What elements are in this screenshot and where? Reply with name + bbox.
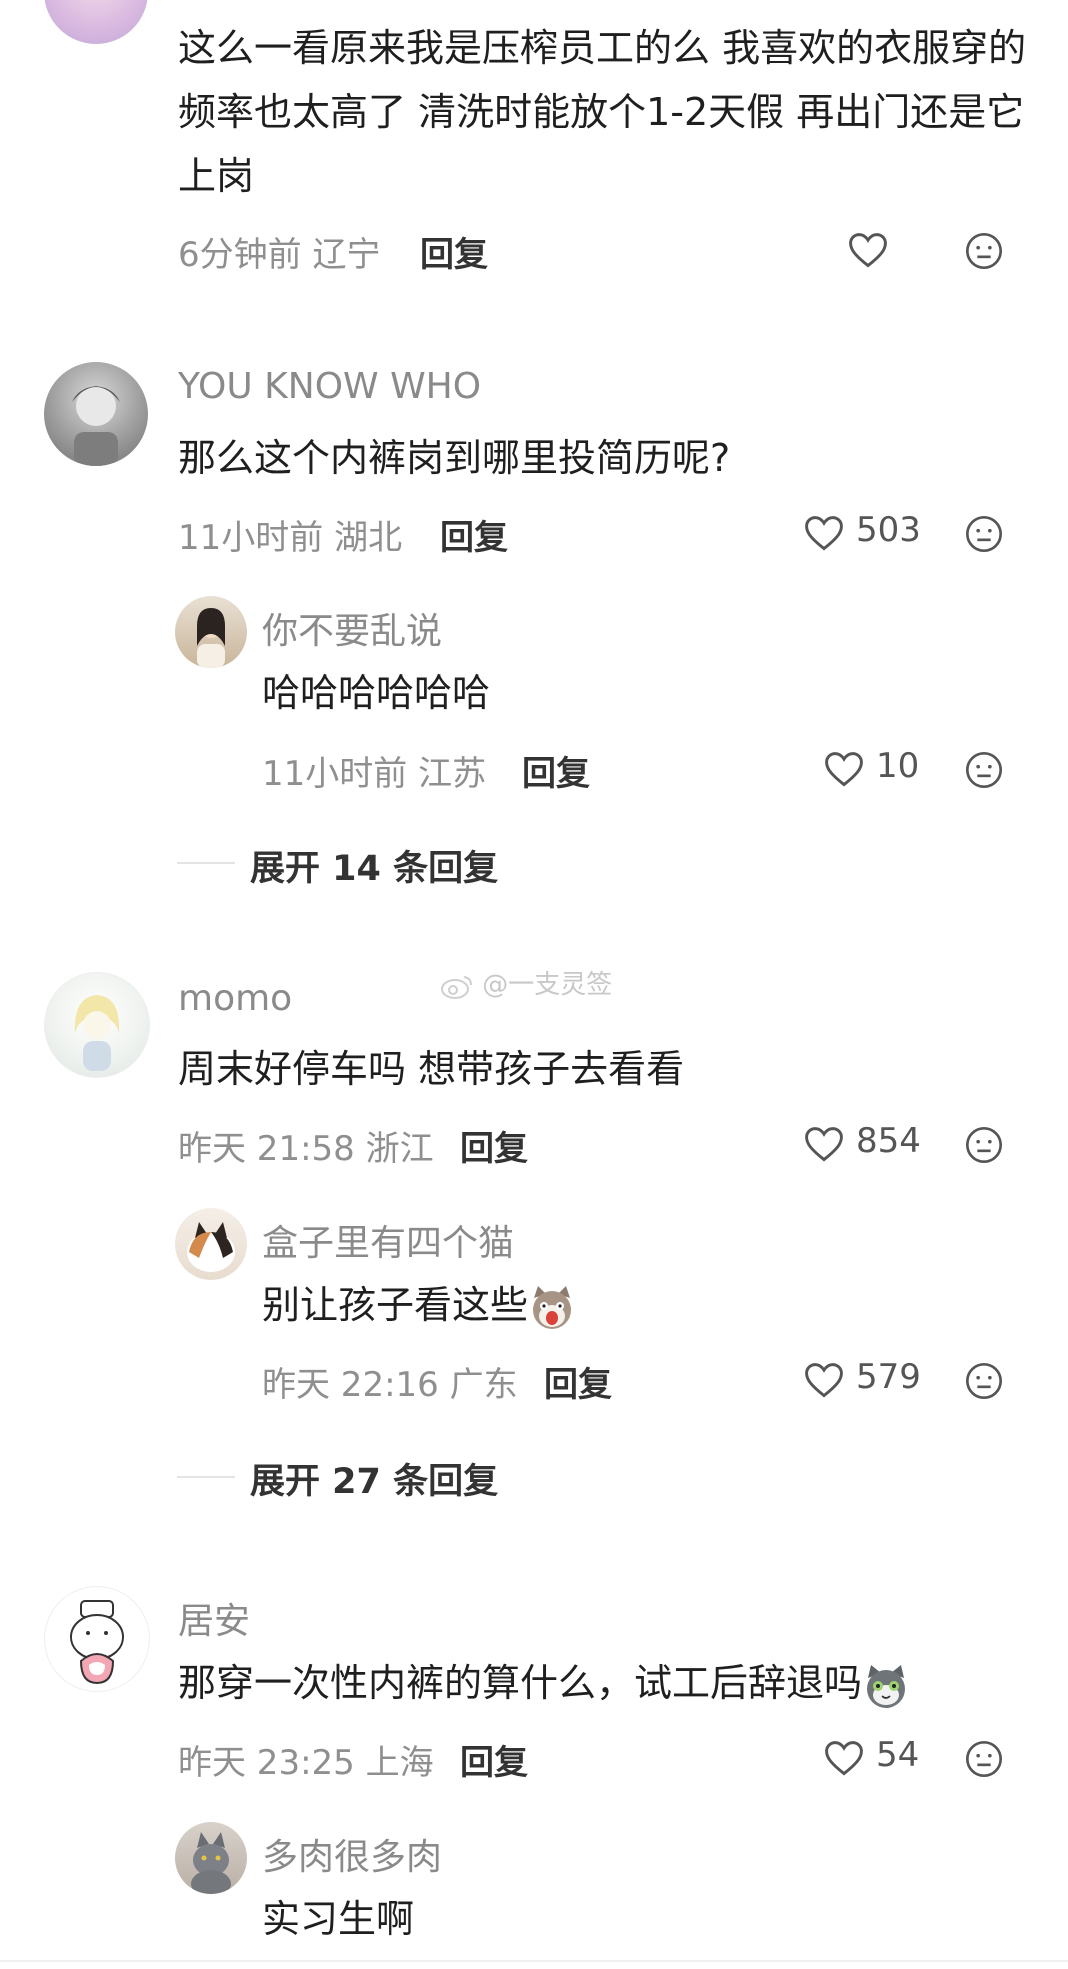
comment-text: 这么一看原来我是压榨员工的么 我喜欢的衣服穿的频率也太高了 清洗时能放个1-2天…: [178, 26, 1027, 198]
username[interactable]: 盒子里有四个猫: [262, 1214, 514, 1266]
heart-outline-icon[interactable]: [822, 1736, 866, 1780]
expand-replies-button[interactable]: 展开 14 条回复: [250, 840, 498, 891]
reply-text: 实习生啊: [262, 1897, 415, 1941]
comment-text: 那么这个内裤岗到哪里投简历呢?: [178, 436, 731, 480]
avatar[interactable]: [175, 1822, 247, 1894]
like-count: 10: [876, 746, 920, 786]
username[interactable]: 你不要乱说: [262, 602, 442, 654]
neutral-face-icon[interactable]: [964, 1361, 1004, 1401]
cat-emoji-icon: [862, 1662, 910, 1710]
avatar[interactable]: [44, 972, 150, 1078]
comment-text-content: 那穿一次性内裤的算什么，试工后辞退吗: [178, 1661, 863, 1705]
like-count: 503: [856, 510, 921, 550]
heart-outline-icon[interactable]: [822, 747, 866, 791]
comment-text: 那穿一次性内裤的算什么，试工后辞退吗: [178, 1651, 1038, 1715]
watermark-text: @一支灵签: [482, 970, 613, 1000]
reply-button[interactable]: 回复: [522, 746, 590, 795]
reply-text: 哈哈哈哈哈哈: [262, 671, 491, 715]
expand-replies-button[interactable]: 展开 27 条回复: [250, 1453, 498, 1504]
reply-button[interactable]: 回复: [440, 510, 508, 559]
reply-text-content: 别让孩子看这些: [262, 1283, 529, 1327]
heart-outline-icon[interactable]: [802, 511, 846, 555]
neutral-face-icon[interactable]: [964, 1125, 1004, 1165]
like-count: 579: [856, 1357, 921, 1397]
comment-time-location: 6分钟前 辽宁: [178, 235, 381, 275]
reply-time-location: 昨天 22:16 广东: [262, 1365, 518, 1405]
username[interactable]: 多肉很多肉: [262, 1828, 442, 1880]
heart-outline-icon[interactable]: [802, 1358, 846, 1402]
reply-button[interactable]: 回复: [460, 1121, 528, 1170]
watermark: @一支灵签: [440, 964, 612, 1001]
divider: [177, 862, 235, 864]
username[interactable]: YOU KNOW WHO: [178, 366, 481, 407]
avatar[interactable]: [44, 362, 148, 466]
heart-outline-icon[interactable]: [802, 1122, 846, 1166]
comment-time-location: 昨天 21:58 浙江: [178, 1129, 434, 1169]
reply-text: 别让孩子看这些: [262, 1273, 576, 1337]
like-count: 854: [856, 1121, 921, 1161]
heart-outline-icon[interactable]: [846, 228, 890, 272]
bottom-divider: [0, 1960, 1068, 1962]
comment-time-location: 昨天 23:25 上海: [178, 1743, 434, 1783]
like-count: 54: [876, 1735, 920, 1775]
neutral-face-icon[interactable]: [964, 750, 1004, 790]
username[interactable]: 居安: [178, 1592, 250, 1644]
neutral-face-icon[interactable]: [964, 1739, 1004, 1779]
reply-button[interactable]: 回复: [420, 227, 488, 276]
reply-time-location: 11小时前 江苏: [262, 754, 487, 794]
neutral-face-icon[interactable]: [964, 231, 1004, 271]
avatar[interactable]: [44, 1586, 150, 1692]
comment-time-location: 11小时前 湖北: [178, 518, 403, 558]
avatar[interactable]: [175, 1208, 247, 1280]
shocked-cat-emoji-icon: [528, 1284, 576, 1332]
comment-text: 周末好停车吗 想带孩子去看看: [178, 1047, 685, 1091]
reply-button[interactable]: 回复: [460, 1735, 528, 1784]
neutral-face-icon[interactable]: [964, 514, 1004, 554]
weibo-icon: [440, 973, 474, 999]
divider: [177, 1476, 235, 1478]
avatar[interactable]: [44, 0, 148, 44]
username[interactable]: momo: [178, 978, 292, 1019]
reply-button[interactable]: 回复: [544, 1357, 612, 1406]
avatar[interactable]: [175, 596, 247, 668]
